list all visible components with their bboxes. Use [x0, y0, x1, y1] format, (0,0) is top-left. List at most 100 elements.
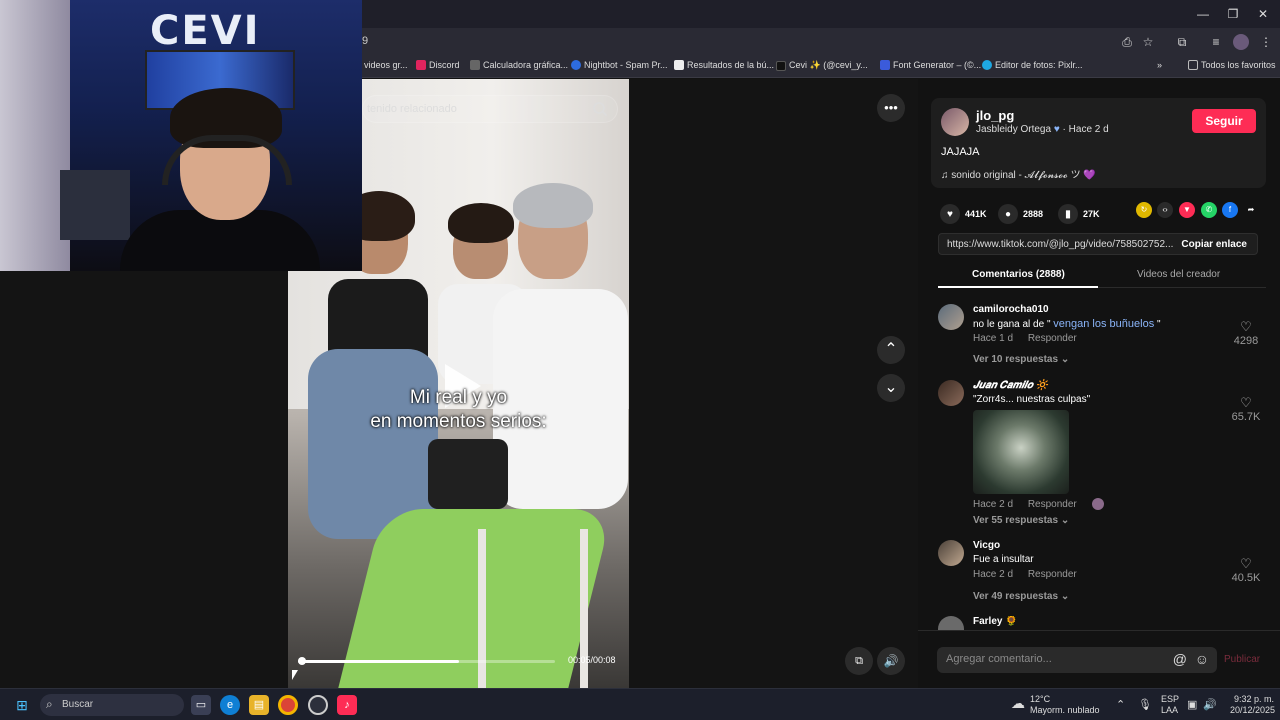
browser-menu-icon[interactable]: ⋮	[1258, 34, 1274, 50]
share-link-box: https://www.tiktok.com/@jlo_pg/video/758…	[938, 233, 1258, 255]
windows-start-icon[interactable]: ⊞	[12, 695, 32, 715]
close-window-button[interactable]: ✕	[1248, 4, 1278, 24]
weather-temp[interactable]: 12°C	[1030, 694, 1050, 704]
comment-username[interactable]: Vicgo	[973, 540, 1000, 551]
comment-input[interactable]: Agregar comentario... @ ☺	[937, 647, 1217, 673]
microphone-icon[interactable]: 🎙	[1138, 698, 1152, 711]
view-replies-button[interactable]: Ver 10 respuestas ⌄	[973, 354, 1069, 365]
send-to-friends-icon[interactable]: ▼	[1179, 202, 1195, 218]
bookmark-star-icon[interactable]: ☆	[1140, 34, 1156, 50]
comment-username[interactable]: Farley 🌻	[973, 616, 1018, 627]
related-search-bar[interactable]: tenido relacionado	[362, 95, 618, 123]
bookmark-item[interactable]: Editor de fotos: Pixlr...	[982, 60, 1083, 70]
comment-like-button[interactable]: ♡ 40.5K	[1226, 556, 1266, 584]
view-replies-button[interactable]: Ver 55 respuestas ⌄	[973, 515, 1069, 526]
heart-icon: ♥	[940, 204, 960, 224]
share-url[interactable]: https://www.tiktok.com/@jlo_pg/video/758…	[947, 239, 1175, 250]
volume-icon[interactable]: 🔊	[877, 647, 905, 675]
weather-desc[interactable]: Mayorm. nublado	[1030, 705, 1100, 715]
restore-button[interactable]: ❐	[1218, 4, 1248, 24]
comment-like-button[interactable]: ♡ 4298	[1226, 319, 1266, 347]
bookmark-item[interactable]: Discord	[416, 60, 460, 70]
clock-date[interactable]: 20/12/2025	[1230, 705, 1275, 715]
comment-like-button[interactable]: ♡ 65.7K	[1226, 395, 1266, 423]
embed-icon[interactable]: ‹›	[1157, 202, 1173, 218]
progress-thumb[interactable]	[298, 657, 306, 665]
bookmark-item[interactable]: videos gr...	[364, 60, 408, 70]
next-video-button[interactable]: ⌄	[877, 374, 905, 402]
profile-avatar-icon[interactable]	[1233, 34, 1249, 50]
tiktok-app-icon[interactable]: ♪	[337, 695, 357, 715]
keyboard-layout[interactable]: LAA	[1161, 705, 1178, 715]
more-bookmarks-icon[interactable]: »	[1157, 60, 1162, 70]
all-bookmarks[interactable]: Todos los favoritos	[1188, 60, 1276, 70]
reply-button[interactable]: Responder	[1028, 499, 1077, 510]
publish-button[interactable]: Publicar	[1224, 654, 1260, 665]
reply-button[interactable]: Responder	[1028, 333, 1077, 344]
mention-icon[interactable]: @	[1173, 651, 1187, 667]
emoji-icon[interactable]: ☺	[1195, 651, 1209, 667]
facebook-icon[interactable]: f	[1222, 202, 1238, 218]
extensions-icon[interactable]: ⧉	[1174, 34, 1190, 50]
search-input[interactable]: tenido relacionado	[367, 103, 457, 115]
file-explorer-icon[interactable]: ▤	[249, 695, 269, 715]
view-replies-button[interactable]: Ver 49 respuestas ⌄	[973, 591, 1069, 602]
weather-icon[interactable]: ☁	[1008, 693, 1028, 713]
tiktok-icon	[776, 60, 786, 71]
progress-bar[interactable]	[298, 660, 555, 663]
copy-link-button[interactable]: Copiar enlace	[1181, 239, 1247, 250]
video-hair	[513, 183, 593, 228]
obs-icon[interactable]	[308, 695, 328, 715]
language-code[interactable]: ESP	[1161, 694, 1179, 704]
panel-tabs: Comentarios (2888) Videos del creador	[938, 264, 1266, 288]
comment-search-link[interactable]: vengan los buñuelos	[1053, 318, 1154, 330]
whatsapp-icon[interactable]: ✆	[1201, 202, 1217, 218]
media-controls-icon[interactable]: ≡	[1208, 34, 1224, 50]
comment-item: camilorocha010 no le gana al de " vengan…	[938, 304, 1266, 370]
clock-time[interactable]: 9:32 p. m.	[1234, 694, 1274, 704]
like-button[interactable]: ♥ 441K	[940, 204, 987, 224]
reply-button[interactable]: Responder	[1028, 569, 1077, 580]
follow-button[interactable]: Seguir	[1192, 109, 1256, 133]
install-app-icon[interactable]: ⎙	[1119, 34, 1135, 50]
repost-icon[interactable]: ↻	[1136, 202, 1152, 218]
bookmark-item[interactable]: Font Generator – (©...	[880, 60, 981, 70]
tab-creator-videos[interactable]: Videos del creador	[1137, 269, 1220, 280]
minimize-button[interactable]: —	[1188, 4, 1218, 24]
taskbar-search[interactable]: ⌕ Buscar	[40, 694, 184, 716]
show-hidden-icons[interactable]: ⌃	[1116, 698, 1125, 711]
video-time: 00:05/00:08	[568, 655, 616, 665]
sound-link[interactable]: ♫ sonido original - 𝓐𝓵𝓯𝓸𝓷𝓼𝓸𝓸 ツ 💜	[941, 166, 1096, 181]
comment-button[interactable]: ● 2888	[998, 204, 1043, 224]
bookmark-item[interactable]: Resultados de la bú...	[674, 60, 774, 70]
creator-avatar[interactable]	[941, 108, 969, 136]
creator-username[interactable]: jlo_pg	[976, 108, 1014, 123]
floating-player-button[interactable]: ⧉	[845, 647, 873, 675]
more-options-button[interactable]: •••	[877, 94, 905, 122]
creator-subline: Jasbleidy Ortega ♥ · Hace 2 d	[976, 124, 1109, 135]
share-arrow-icon[interactable]: ➦	[1243, 202, 1259, 218]
url-field[interactable]: 9	[362, 35, 368, 47]
search-icon[interactable]	[592, 101, 608, 117]
bookmark-item[interactable]: Cevi ✨ (@cevi_y...	[776, 60, 868, 71]
tab-comments[interactable]: Comentarios (2888)	[972, 269, 1065, 280]
edge-icon[interactable]: e	[220, 695, 240, 715]
progress-fill	[298, 660, 459, 663]
comment-text: "Zorr4s... nuestras culpas"	[973, 394, 1091, 405]
bookmark-item[interactable]: Nightbot - Spam Pr...	[571, 60, 668, 70]
comment-avatar[interactable]	[938, 616, 964, 630]
comment-avatar[interactable]	[938, 540, 964, 566]
comment-username[interactable]: camilorocha010	[973, 304, 1049, 315]
network-icon[interactable]: ▣	[1187, 698, 1197, 711]
screen: — ❐ ✕ 9 ⎙ ☆ ⧉ ≡ ⋮ videos gr... Discord C…	[0, 0, 1280, 720]
task-view-icon[interactable]: ▭	[191, 695, 211, 715]
save-button[interactable]: ▮ 27K	[1058, 204, 1100, 224]
chrome-icon[interactable]	[278, 695, 298, 715]
comment-avatar[interactable]	[938, 380, 964, 406]
comment-avatar[interactable]	[938, 304, 964, 330]
previous-video-button[interactable]: ⌃	[877, 336, 905, 364]
comment-image[interactable]	[973, 410, 1069, 494]
bookmark-item[interactable]: Calculadora gráfica...	[470, 60, 568, 70]
comment-username[interactable]: 𝑱𝒖𝒂𝒏 𝑪𝒂𝒎𝒊𝒍𝒐 🔆	[973, 380, 1048, 391]
speaker-icon[interactable]: 🔊	[1203, 698, 1217, 711]
